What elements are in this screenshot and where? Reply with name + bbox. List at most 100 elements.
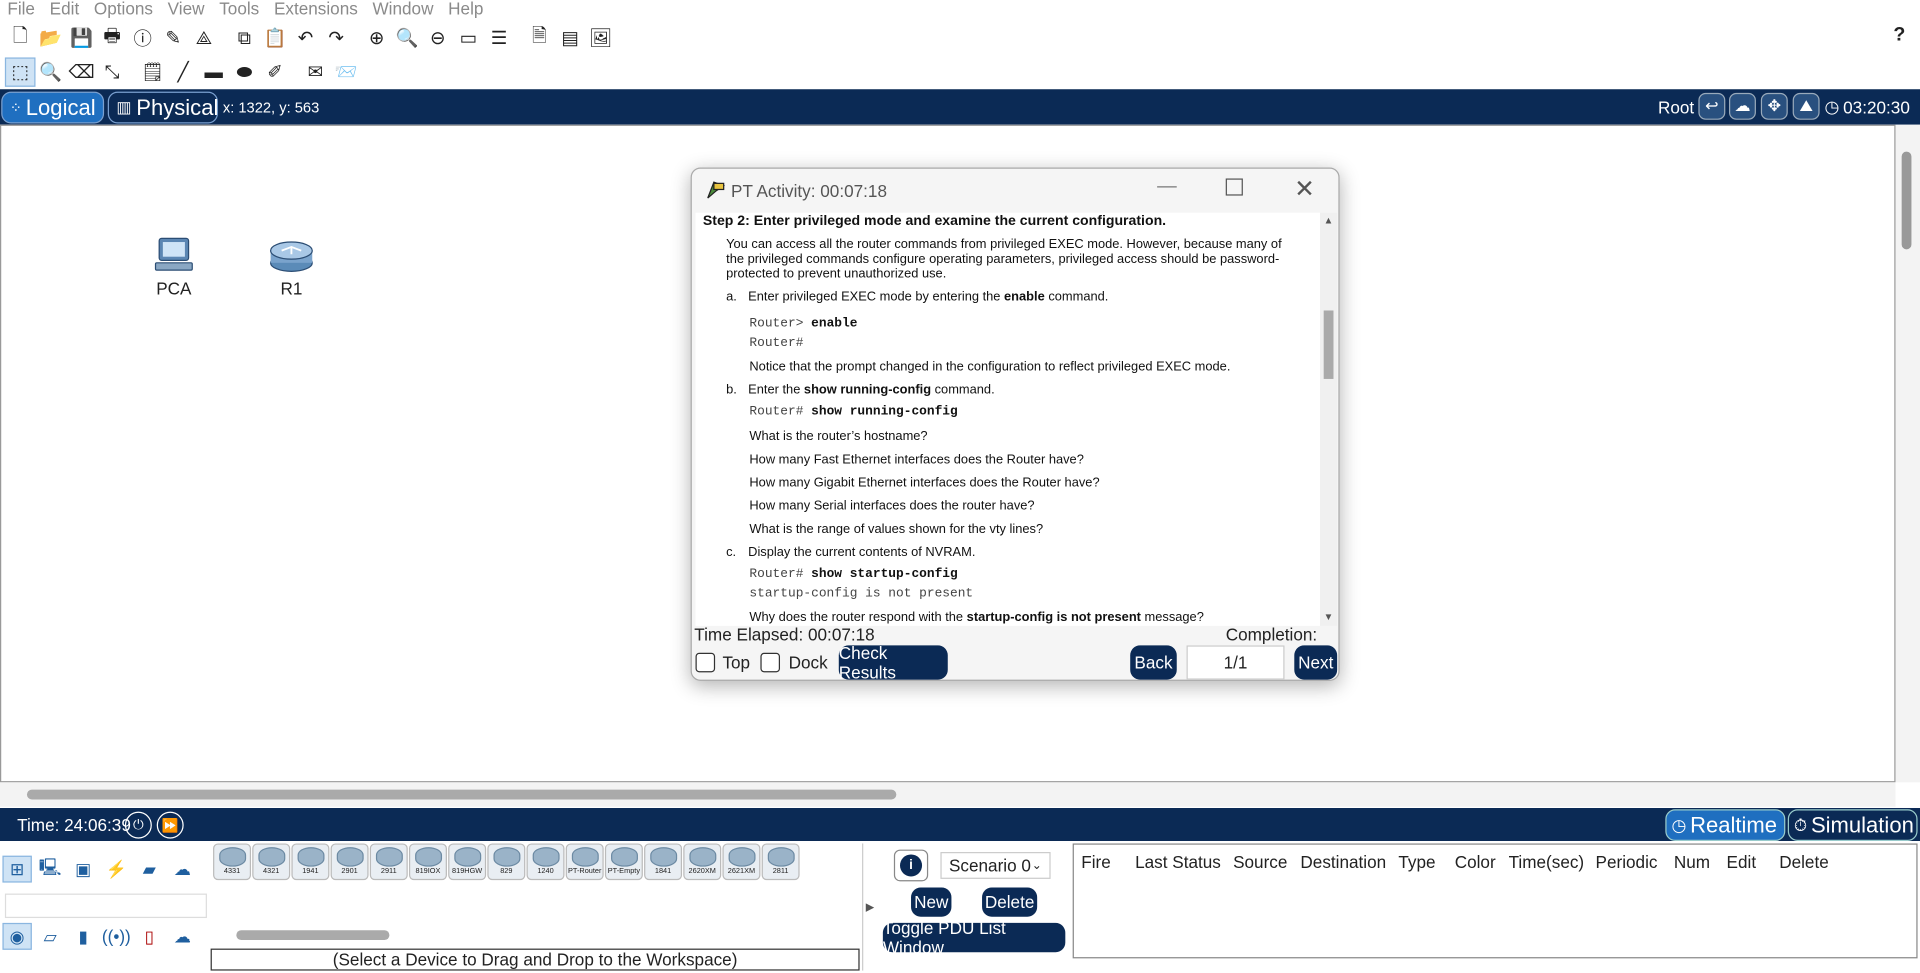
instructions-scroll-thumb[interactable] xyxy=(1323,310,1334,379)
switches-icon[interactable]: ▱ xyxy=(36,923,65,950)
routers-icon[interactable]: ◉ xyxy=(2,922,32,950)
miscellaneous-icon[interactable]: ▰ xyxy=(135,856,164,883)
new-scenario-button[interactable]: New xyxy=(911,887,952,917)
menu-view[interactable]: View xyxy=(168,0,205,20)
device-model-1240[interactable]: 1240 xyxy=(526,843,565,881)
simple-pdu-icon[interactable]: ✉ xyxy=(300,57,331,86)
delete-scenario-button[interactable]: Delete xyxy=(982,887,1038,917)
device-model-819iox[interactable]: 819IOX xyxy=(408,843,447,881)
dock-checkbox[interactable] xyxy=(760,652,781,673)
complex-pdu-icon[interactable]: 📨 xyxy=(331,57,362,86)
print-icon[interactable]: 🖶 xyxy=(97,23,128,52)
instructions-content[interactable]: Step 2: Enter privileged mode and examin… xyxy=(695,212,1321,626)
device-model-829[interactable]: 829 xyxy=(487,843,526,881)
server-icon[interactable]: ▤ xyxy=(555,23,586,52)
image-icon[interactable]: 🖼 xyxy=(585,23,616,52)
copy-icon[interactable]: ⧉ xyxy=(229,23,260,52)
menu-file[interactable]: File xyxy=(7,0,35,20)
check-results-button[interactable]: Check Results xyxy=(838,643,948,682)
device-r1[interactable]: R1 xyxy=(264,238,318,298)
device-model-1941[interactable]: 1941 xyxy=(291,843,330,881)
page-indicator[interactable]: 1/1 xyxy=(1186,645,1285,680)
help-icon[interactable]: ? xyxy=(1893,24,1905,46)
device-model-pt-empty[interactable]: PT-Empty xyxy=(604,843,643,881)
draw-rectangle-icon[interactable]: ▬ xyxy=(198,57,229,86)
menu-window[interactable]: Window xyxy=(372,0,433,20)
menu-edit[interactable]: Edit xyxy=(50,0,80,20)
device-pca[interactable]: PCA xyxy=(147,236,201,298)
multiuser-icon[interactable]: ☁ xyxy=(168,856,197,883)
simulation-mode-button[interactable]: ⏱ Simulation xyxy=(1787,809,1918,842)
horizontal-scroll-thumb[interactable] xyxy=(26,789,897,800)
wan-emulation-icon[interactable]: ☁ xyxy=(168,923,197,950)
device-list-scroll-thumb[interactable] xyxy=(236,930,390,941)
power-cycle-icon[interactable]: ⏻ xyxy=(124,811,152,839)
security-icon[interactable]: ▯ xyxy=(135,923,164,950)
scroll-up-icon[interactable]: ▲ xyxy=(1324,215,1334,226)
select-tool-icon[interactable]: ⬚ xyxy=(4,57,36,87)
components-icon[interactable]: ▣ xyxy=(69,856,98,883)
device-model-2621xm[interactable]: 2621XM xyxy=(722,843,761,881)
menu-tools[interactable]: Tools xyxy=(219,0,259,20)
resize-shape-icon[interactable]: ⤡ xyxy=(97,57,128,86)
info-icon[interactable]: ⓘ xyxy=(127,23,158,52)
new-file-icon[interactable]: 🗋 xyxy=(5,23,36,52)
paste-icon[interactable]: 📋 xyxy=(260,23,291,52)
instructions-scrollbar[interactable] xyxy=(1320,212,1338,626)
end-devices-icon[interactable]: 🖳 xyxy=(36,856,65,883)
save-icon[interactable]: 💾 xyxy=(66,23,97,52)
menu-options[interactable]: Options xyxy=(94,0,153,20)
wireless-devices-icon[interactable]: ((•)) xyxy=(102,923,131,950)
draw-line-icon[interactable]: ╱ xyxy=(168,57,199,86)
activity-wizard-icon[interactable]: ✎ xyxy=(158,23,189,52)
realtime-mode-button[interactable]: ◷ Realtime xyxy=(1665,809,1786,842)
expand-panel-icon[interactable]: ▶ xyxy=(862,843,877,971)
custom-device-icon[interactable]: ⟁ xyxy=(189,23,220,52)
freeform-icon[interactable]: ✐ xyxy=(260,57,291,86)
zoom-reset-icon[interactable]: 🔍 xyxy=(392,23,423,52)
device-model-2901[interactable]: 2901 xyxy=(330,843,369,881)
back-to-parent-icon[interactable]: ↩ xyxy=(1698,92,1726,120)
connections-icon[interactable]: ⚡ xyxy=(102,856,131,883)
draw-ellipse-icon[interactable]: ⬬ xyxy=(229,57,260,86)
inspect-icon[interactable]: 🔍 xyxy=(36,57,67,86)
device-model-819hgw[interactable]: 819HGW xyxy=(448,843,487,881)
redo-icon[interactable]: ↷ xyxy=(321,23,352,52)
device-model-2911[interactable]: 2911 xyxy=(369,843,408,881)
device-model-2811[interactable]: 2811 xyxy=(761,843,800,881)
cluster-icon[interactable]: ☁ xyxy=(1728,92,1756,120)
drawing-palette-icon[interactable]: ▭ xyxy=(453,23,484,52)
back-button[interactable]: Back xyxy=(1130,645,1177,680)
scenario-select[interactable]: Scenario 0 ⌄ xyxy=(940,852,1051,879)
set-background-icon[interactable]: ⛰ xyxy=(1792,92,1820,120)
zoom-in-icon[interactable]: ⊕ xyxy=(361,23,392,52)
device-model-4321[interactable]: 4321 xyxy=(252,843,291,881)
close-icon[interactable]: ✕ xyxy=(1294,174,1315,205)
next-button[interactable]: Next xyxy=(1294,645,1338,680)
menu-extensions[interactable]: Extensions xyxy=(274,0,358,20)
scroll-down-icon[interactable]: ▼ xyxy=(1324,611,1334,622)
network-devices-icon[interactable]: ⊞ xyxy=(2,855,32,883)
fast-forward-icon[interactable]: ⏩ xyxy=(156,811,184,839)
minimize-icon[interactable]: — xyxy=(1157,176,1177,198)
tab-physical[interactable]: ▥ Physical xyxy=(107,91,218,124)
vertical-scroll-thumb[interactable] xyxy=(1901,151,1912,250)
tab-logical[interactable]: ⁘ Logical xyxy=(1,91,105,124)
toggle-pdu-list-button[interactable]: Toggle PDU List Window xyxy=(882,918,1066,957)
scenario-info-icon[interactable]: i xyxy=(893,849,929,882)
move-object-icon[interactable]: ✥ xyxy=(1760,92,1788,120)
delete-tool-icon[interactable]: ⌫ xyxy=(66,57,97,86)
hubs-icon[interactable]: ▮ xyxy=(69,923,98,950)
open-folder-icon[interactable]: 📂 xyxy=(36,23,67,52)
place-note-icon[interactable]: 🗒 xyxy=(137,57,168,86)
custom-devices-dialog-icon[interactable]: ☰ xyxy=(484,23,515,52)
menu-help[interactable]: Help xyxy=(448,0,483,20)
device-model-2620xm[interactable]: 2620XM xyxy=(683,843,722,881)
maximize-icon[interactable] xyxy=(1225,178,1243,196)
notes-icon[interactable]: 🗎 xyxy=(524,23,555,52)
zoom-out-icon[interactable]: ⊖ xyxy=(422,23,453,52)
device-model-1841[interactable]: 1841 xyxy=(644,843,683,881)
top-checkbox[interactable] xyxy=(695,652,716,673)
undo-icon[interactable]: ↶ xyxy=(290,23,321,52)
device-model-pt-router[interactable]: PT-Router xyxy=(565,843,604,881)
